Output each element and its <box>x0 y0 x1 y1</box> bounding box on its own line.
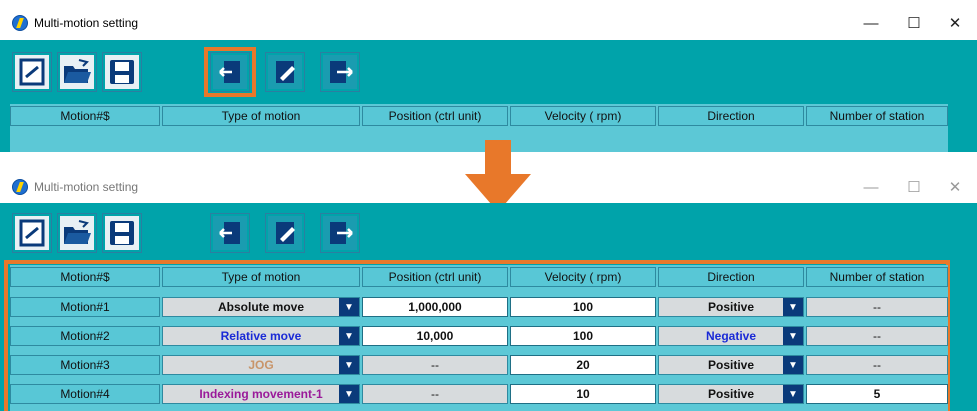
row-motion-label: Motion#1 <box>10 297 160 317</box>
save-button[interactable] <box>102 52 142 92</box>
window-title: Multi-motion setting <box>34 16 139 30</box>
chevron-down-icon[interactable]: ▼ <box>783 298 803 316</box>
direction-select[interactable]: Positive ▼ <box>658 297 804 317</box>
maximize-button[interactable]: ☐ <box>891 7 937 39</box>
save-icon <box>110 60 134 84</box>
type-select-value: Indexing movement-1 <box>199 387 323 401</box>
window-title: Multi-motion setting <box>34 180 139 194</box>
header-type: Type of motion <box>162 267 360 287</box>
export-icon <box>330 61 353 83</box>
edit-icon <box>276 222 295 244</box>
bottom-window-titlebar: Multi-motion setting — ☐ ✕ <box>0 171 977 203</box>
header-motion: Motion#$ <box>10 267 160 287</box>
type-select-value: JOG <box>248 358 274 372</box>
header-stations: Number of station <box>806 106 948 126</box>
minimize-button[interactable]: — <box>848 171 894 203</box>
close-button[interactable]: ✕ <box>932 7 977 39</box>
velocity-input[interactable]: 100 <box>510 326 656 346</box>
header-velocity: Velocity ( rpm) <box>510 267 656 287</box>
direction-select-value: Positive <box>707 358 755 372</box>
edit-icon <box>276 61 295 83</box>
chevron-down-icon[interactable]: ▼ <box>339 327 359 345</box>
direction-select-value: Positive <box>707 387 755 401</box>
import-button[interactable] <box>210 52 250 92</box>
direction-select[interactable]: Negative ▼ <box>658 326 804 346</box>
type-select-value: Absolute move <box>217 300 304 314</box>
import-icon <box>219 61 240 83</box>
stations-input[interactable]: 5 <box>806 384 948 404</box>
row-motion-label: Motion#2 <box>10 326 160 346</box>
close-button[interactable]: ✕ <box>932 171 977 203</box>
edit-button[interactable] <box>265 213 305 253</box>
stations-field: -- <box>806 297 948 317</box>
header-direction: Direction <box>658 267 804 287</box>
maximize-button[interactable]: ☐ <box>891 171 937 203</box>
row-motion-label: Motion#4 <box>10 384 160 404</box>
header-velocity: Velocity ( rpm) <box>510 106 656 126</box>
new-button[interactable] <box>12 213 52 253</box>
save-icon <box>110 221 134 245</box>
header-type: Type of motion <box>162 106 360 126</box>
position-input[interactable]: 1,000,000 <box>362 297 508 317</box>
type-select[interactable]: JOG ▼ <box>162 355 360 375</box>
import-icon <box>219 222 240 244</box>
direction-select-value: Positive <box>707 300 755 314</box>
export-button[interactable] <box>320 213 360 253</box>
velocity-input[interactable]: 10 <box>510 384 656 404</box>
header-stations: Number of station <box>806 267 948 287</box>
row-motion-label: Motion#3 <box>10 355 160 375</box>
open-folder-icon <box>64 220 91 244</box>
position-input[interactable]: 10,000 <box>362 326 508 346</box>
bottom-table: Motion#$ Type of motion Position (ctrl u… <box>10 265 948 411</box>
header-position: Position (ctrl unit) <box>362 267 508 287</box>
save-button[interactable] <box>102 213 142 253</box>
position-field: -- <box>362 384 508 404</box>
export-icon <box>330 222 353 244</box>
open-button[interactable] <box>57 52 97 92</box>
chevron-down-icon[interactable]: ▼ <box>339 356 359 374</box>
app-logo-icon <box>12 179 28 195</box>
export-button[interactable] <box>320 52 360 92</box>
app-logo-icon <box>12 15 28 31</box>
velocity-input[interactable]: 20 <box>510 355 656 375</box>
open-folder-icon <box>64 59 91 83</box>
chevron-down-icon[interactable]: ▼ <box>783 327 803 345</box>
direction-select[interactable]: Positive ▼ <box>658 355 804 375</box>
position-field: -- <box>362 355 508 375</box>
chevron-down-icon[interactable]: ▼ <box>783 385 803 403</box>
chevron-down-icon[interactable]: ▼ <box>339 385 359 403</box>
open-button[interactable] <box>57 213 97 253</box>
direction-select[interactable]: Positive ▼ <box>658 384 804 404</box>
velocity-input[interactable]: 100 <box>510 297 656 317</box>
new-icon <box>19 219 45 247</box>
edit-button[interactable] <box>265 52 305 92</box>
import-button[interactable] <box>210 213 250 253</box>
chevron-down-icon[interactable]: ▼ <box>339 298 359 316</box>
direction-select-value: Negative <box>705 329 757 343</box>
type-select[interactable]: Relative move ▼ <box>162 326 360 346</box>
new-button[interactable] <box>12 52 52 92</box>
minimize-button[interactable]: — <box>848 7 894 39</box>
new-icon <box>19 58 45 86</box>
chevron-down-icon[interactable]: ▼ <box>783 356 803 374</box>
top-window-titlebar: Multi-motion setting — ☐ ✕ <box>0 7 977 39</box>
header-direction: Direction <box>658 106 804 126</box>
header-motion: Motion#$ <box>10 106 160 126</box>
type-select-value: Relative move <box>220 329 302 343</box>
header-position: Position (ctrl unit) <box>362 106 508 126</box>
type-select[interactable]: Absolute move ▼ <box>162 297 360 317</box>
stations-field: -- <box>806 355 948 375</box>
stations-field: -- <box>806 326 948 346</box>
type-select[interactable]: Indexing movement-1 ▼ <box>162 384 360 404</box>
